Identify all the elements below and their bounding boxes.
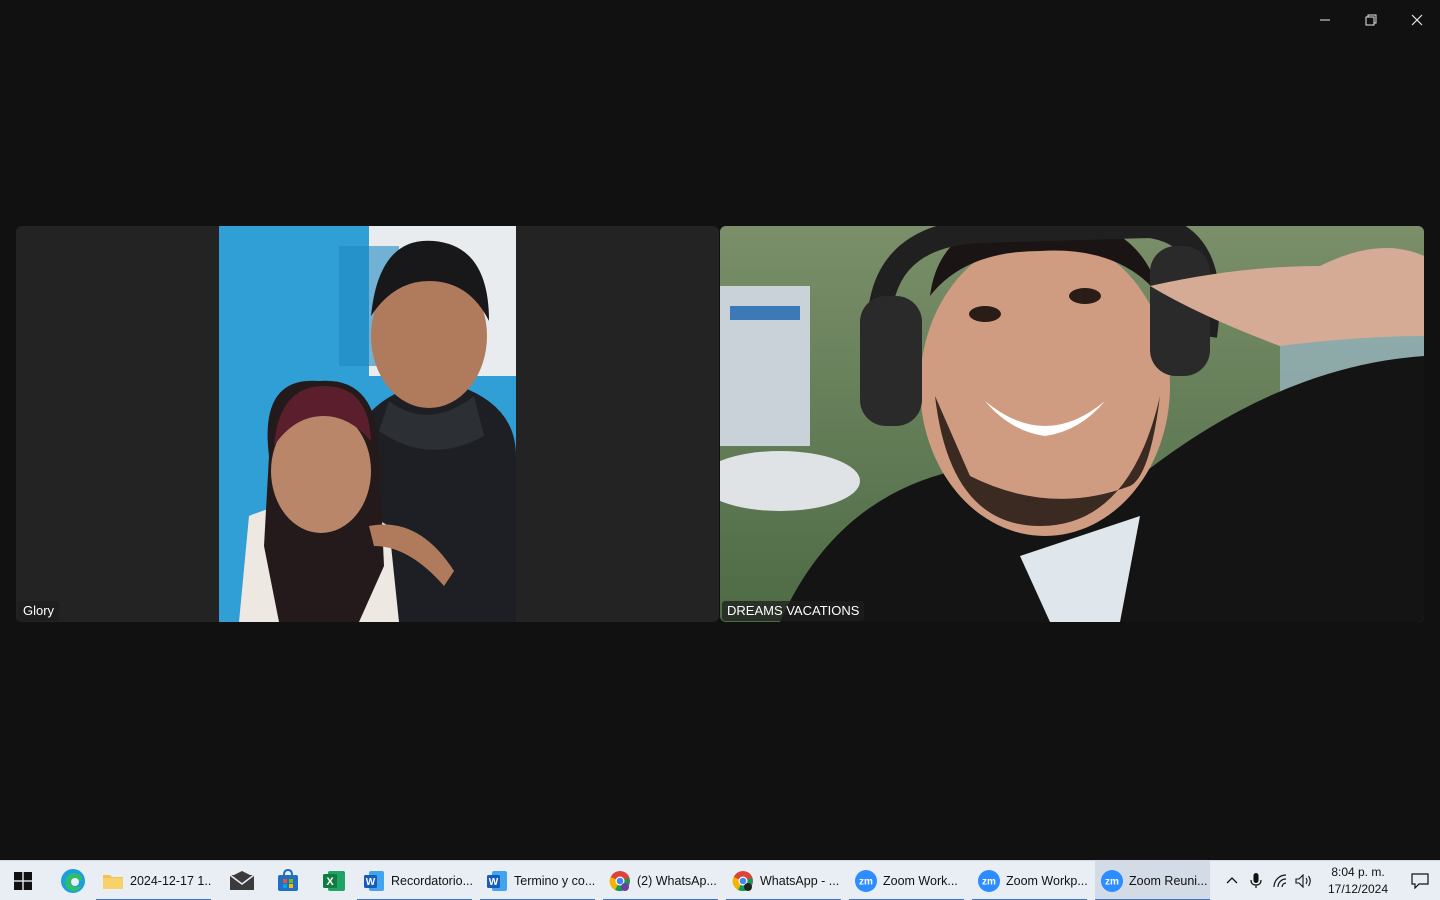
windows-logo-icon bbox=[14, 871, 32, 890]
word-icon: W bbox=[486, 870, 508, 892]
folder-icon bbox=[102, 870, 124, 892]
svg-text:zm: zm bbox=[1105, 876, 1119, 887]
microphone-button[interactable] bbox=[1244, 861, 1268, 900]
taskbar-app-word-1[interactable]: W Recordatorio... bbox=[357, 861, 472, 900]
svg-text:W: W bbox=[366, 877, 376, 888]
close-button[interactable] bbox=[1394, 0, 1440, 40]
store-icon bbox=[278, 868, 298, 891]
notifications-button[interactable] bbox=[1400, 861, 1440, 900]
mail-icon bbox=[229, 870, 255, 890]
participant-video bbox=[720, 226, 1424, 622]
chrome-icon bbox=[732, 870, 754, 892]
svg-text:zm: zm bbox=[859, 876, 873, 887]
taskbar-app-label: WhatsApp - ... bbox=[760, 873, 840, 888]
taskbar-app-chrome-2[interactable]: WhatsApp - ... bbox=[726, 861, 841, 900]
svg-text:X: X bbox=[326, 876, 334, 888]
taskbar-store[interactable] bbox=[265, 861, 311, 900]
excel-icon: X bbox=[323, 870, 345, 891]
video-feed-image bbox=[219, 226, 516, 622]
svg-text:zm: zm bbox=[982, 876, 996, 887]
taskbar-app-folder[interactable]: 2024-12-17 1... bbox=[96, 861, 211, 900]
participant-name-label: Glory bbox=[18, 601, 60, 621]
minimize-icon bbox=[1320, 19, 1330, 21]
microphone-icon bbox=[1250, 873, 1262, 888]
windows-taskbar: 2024-12-17 1... X W Recordatorio... W Te… bbox=[0, 860, 1440, 900]
zoom-icon: zm bbox=[1101, 869, 1123, 892]
minimize-button[interactable] bbox=[1302, 0, 1348, 40]
restore-icon bbox=[1365, 14, 1377, 26]
wifi-icon bbox=[1273, 874, 1287, 888]
zoom-icon: zm bbox=[855, 869, 877, 892]
zoom-icon: zm bbox=[978, 869, 1000, 892]
taskbar-app-label: Recordatorio... bbox=[391, 873, 472, 888]
volume-button[interactable] bbox=[1292, 861, 1316, 900]
clock-date: 17/12/2024 bbox=[1327, 882, 1389, 896]
clock-time: 8:04 p. m. bbox=[1331, 865, 1385, 879]
taskbar-app-label: Zoom Workp... bbox=[1006, 873, 1087, 888]
participant-name-label: DREAMS VACATIONS bbox=[722, 601, 865, 621]
notification-icon bbox=[1411, 873, 1429, 889]
chevron-up-icon bbox=[1226, 877, 1238, 884]
zoom-meeting-window: Glory DREAMS VACATIONS 2024-12-17 1... X… bbox=[0, 0, 1440, 900]
taskbar-clock[interactable]: 8:04 p. m. 17/12/2024 bbox=[1322, 864, 1394, 898]
speaker-icon bbox=[1295, 874, 1311, 888]
taskbar-app-label: 2024-12-17 1... bbox=[130, 873, 211, 888]
taskbar-excel[interactable]: X bbox=[311, 861, 357, 900]
window-controls bbox=[1302, 0, 1440, 40]
taskbar-app-zoom-3[interactable]: zm Zoom Reuni... bbox=[1095, 860, 1210, 900]
taskbar-app-label: (2) WhatsAp... bbox=[637, 873, 717, 888]
start-button[interactable] bbox=[0, 861, 46, 900]
system-tray: 8:04 p. m. 17/12/2024 bbox=[1220, 861, 1440, 900]
participant-tile-glory[interactable]: Glory bbox=[16, 226, 719, 622]
taskbar-mail[interactable] bbox=[219, 861, 265, 900]
svg-text:W: W bbox=[489, 877, 499, 888]
close-icon bbox=[1411, 14, 1423, 26]
taskbar-app-zoom-2[interactable]: zm Zoom Workp... bbox=[972, 861, 1087, 900]
network-button[interactable] bbox=[1268, 861, 1292, 900]
word-icon: W bbox=[363, 870, 385, 892]
taskbar-app-chrome-1[interactable]: (2) WhatsAp... bbox=[603, 861, 718, 900]
taskbar-edge[interactable] bbox=[50, 861, 96, 900]
chrome-icon bbox=[609, 870, 631, 892]
taskbar-app-word-2[interactable]: W Termino y co... bbox=[480, 861, 595, 900]
participant-tile-dreams-vacations[interactable]: DREAMS VACATIONS bbox=[720, 226, 1424, 622]
taskbar-app-label: Zoom Reuni... bbox=[1129, 873, 1208, 888]
participant-video bbox=[219, 226, 516, 622]
taskbar-app-label: Termino y co... bbox=[514, 873, 595, 888]
show-hidden-icons-button[interactable] bbox=[1220, 861, 1244, 900]
video-feed-image bbox=[720, 226, 1424, 622]
edge-icon bbox=[61, 868, 85, 893]
taskbar-app-zoom-1[interactable]: zm Zoom Work... bbox=[849, 861, 964, 900]
restore-button[interactable] bbox=[1348, 0, 1394, 40]
taskbar-app-label: Zoom Work... bbox=[883, 873, 958, 888]
